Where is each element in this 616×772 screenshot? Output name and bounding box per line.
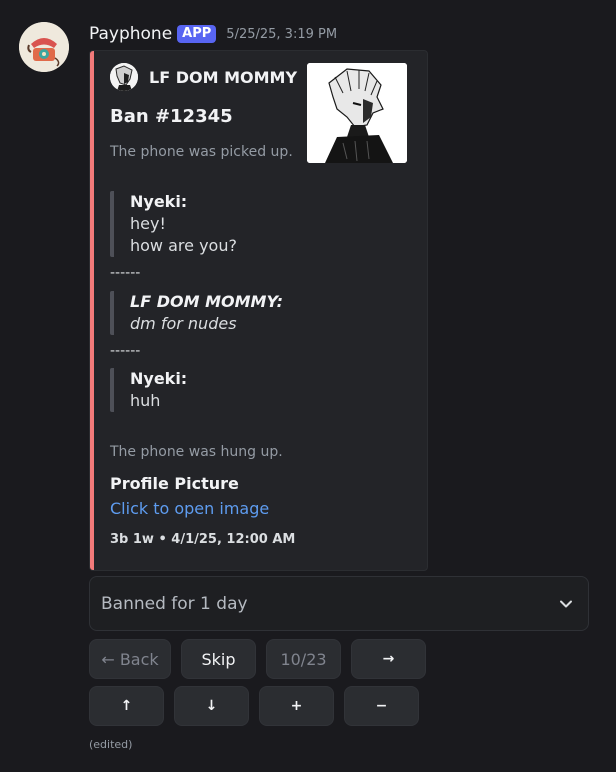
up-button[interactable]: ↑	[89, 686, 164, 726]
edited-label: (edited)	[89, 738, 133, 751]
call-hung-up-text: The phone was hung up.	[110, 444, 283, 460]
down-button[interactable]: ↓	[174, 686, 249, 726]
timestamp[interactable]: 5/25/25, 3:19 PM	[226, 27, 337, 42]
conversation-quote-3: Nyeki: huh	[110, 368, 187, 412]
manga-portrait-icon	[307, 63, 407, 163]
quote-speaker: Nyeki:	[130, 192, 188, 211]
separator: ------	[110, 265, 141, 281]
select-value: Banned for 1 day	[101, 593, 248, 614]
telephone-icon	[19, 22, 69, 72]
skip-button[interactable]: Skip	[181, 639, 256, 679]
message: Payphone APP 5/25/25, 3:19 PM LF DOM MOM…	[0, 0, 616, 772]
back-button[interactable]: ← Back	[89, 639, 171, 679]
quote-line: dm for nudes	[130, 314, 237, 333]
embed: LF DOM MOMMY Ban #12345 The phone was pi…	[89, 50, 428, 571]
quote-line: how are you?	[130, 236, 237, 255]
username[interactable]: Payphone	[89, 24, 172, 44]
plus-button[interactable]: +	[259, 686, 334, 726]
separator: ------	[110, 343, 141, 359]
quote-speaker: Nyeki:	[130, 369, 188, 388]
embed-author: LF DOM MOMMY	[110, 63, 297, 91]
quote-line: huh	[130, 391, 161, 410]
next-button[interactable]: →	[351, 639, 426, 679]
chevron-down-icon	[560, 600, 572, 608]
conversation-quote-2: LF DOM MOMMY: dm for nudes	[110, 291, 283, 335]
embed-author-name: LF DOM MOMMY	[149, 67, 298, 87]
author-avatar-icon	[110, 63, 138, 91]
open-image-link[interactable]: Click to open image	[110, 499, 269, 518]
conversation-quote-1: Nyeki: hey! how are you?	[110, 191, 237, 257]
message-header: Payphone APP 5/25/25, 3:19 PM	[89, 21, 337, 47]
quote-speaker: LF DOM MOMMY:	[130, 292, 284, 311]
embed-footer: 3b 1w • 4/1/25, 12:00 AM	[110, 532, 296, 547]
app-badge: APP	[177, 25, 217, 43]
embed-thumbnail[interactable]	[307, 63, 407, 163]
page-indicator-button[interactable]: 10/23	[266, 639, 341, 679]
ban-duration-select[interactable]: Banned for 1 day	[89, 576, 589, 631]
bot-avatar[interactable]	[19, 22, 69, 72]
embed-accent-bar	[90, 51, 94, 570]
call-picked-up-text: The phone was picked up.	[110, 144, 293, 160]
field-name: Profile Picture	[110, 474, 239, 493]
embed-title: Ban #12345	[110, 106, 233, 127]
minus-button[interactable]: −	[344, 686, 419, 726]
quote-line: hey!	[130, 214, 166, 233]
